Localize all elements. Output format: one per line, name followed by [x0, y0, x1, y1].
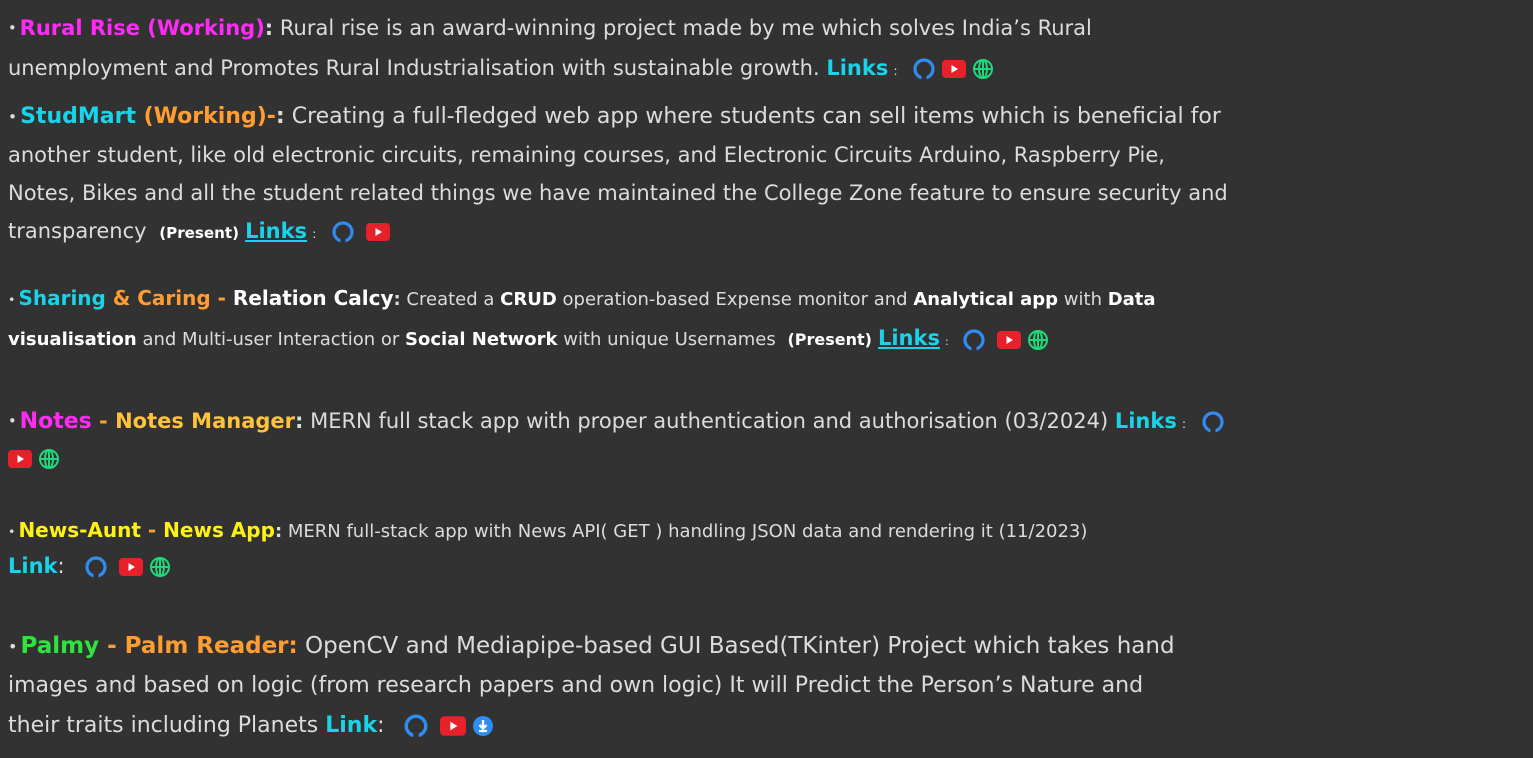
highlight-visualisation: visualisation [8, 329, 137, 350]
links-label[interactable]: Links [1115, 409, 1177, 433]
bullet: • [8, 413, 17, 430]
project-description: Creating a full-fledged web app where st… [284, 104, 1221, 129]
project-news-aunt: • News-Aunt - News App: MERN full-stack a… [8, 512, 1523, 584]
separator: : [264, 16, 274, 40]
bullet: • [8, 20, 17, 37]
links-colon: : [893, 63, 898, 78]
project-rural-rise: • Rural Rise (Working): Rural rise is an … [8, 8, 1523, 88]
project-description: OpenCV and Mediapipe-based GUI Based(TKi… [297, 633, 1175, 659]
dash: - [140, 518, 164, 542]
dash: - [99, 633, 125, 659]
project-title: Sharing [18, 286, 113, 310]
download-icon[interactable] [472, 715, 494, 737]
project-subtitle: News App [163, 518, 275, 542]
github-icon[interactable] [912, 57, 936, 81]
project-sharing-caring: • Sharing & Caring - Relation Calcy: Crea… [8, 278, 1523, 358]
project-description: with unique Usernames [557, 329, 782, 350]
highlight-crud: CRUD [500, 289, 557, 310]
youtube-icon[interactable] [366, 223, 390, 241]
project-description: their traits including Planets [8, 713, 326, 738]
project-description: MERN full stack app with proper authenti… [303, 409, 1115, 433]
project-description: transparency [8, 219, 154, 243]
project-studmart: • StudMart (Working)-: Creating a full-fl… [8, 98, 1523, 250]
github-icon[interactable] [1201, 410, 1225, 434]
bullet: • [8, 524, 16, 539]
project-title: Palmy [20, 633, 100, 659]
project-title: Rural Rise (Working) [19, 16, 265, 40]
github-icon[interactable] [84, 555, 108, 579]
project-subtitle: Notes Manager [115, 409, 295, 433]
project-description: operation-based Expense monitor and [556, 289, 914, 310]
project-subtitle: Relation Calcy [232, 286, 394, 310]
link-label[interactable]: Link [8, 554, 58, 578]
bullet: • [8, 292, 16, 307]
youtube-icon[interactable] [119, 558, 144, 576]
separator: : [393, 289, 401, 310]
highlight-data: Data [1107, 289, 1156, 310]
project-title: News-Aunt [18, 518, 141, 542]
project-title: Notes [19, 409, 92, 434]
youtube-icon[interactable] [439, 716, 466, 736]
youtube-icon[interactable] [942, 60, 967, 78]
links-colon: : [1181, 416, 1187, 431]
project-title-suffix: & Caring - [112, 286, 233, 310]
links-colon: : [944, 335, 949, 348]
youtube-icon[interactable] [8, 449, 32, 468]
project-subtitle: Palm Reader: [124, 633, 298, 659]
project-description: Created a [400, 289, 501, 310]
globe-icon[interactable] [1027, 329, 1049, 351]
bullet: • [8, 108, 18, 126]
links-label[interactable]: Links [826, 56, 888, 80]
links-label[interactable]: Links [878, 326, 940, 350]
links-colon: : [312, 226, 317, 241]
highlight-social: Social Network [405, 329, 558, 350]
present-label: (Present) [159, 224, 240, 242]
project-description: with [1058, 289, 1108, 310]
project-status: (Working)- [135, 104, 276, 129]
project-palmy: • Palmy - Palm Reader: OpenCV and Mediapi… [8, 626, 1523, 746]
separator: : [275, 104, 285, 129]
highlight-analytical: Analytical app [913, 289, 1059, 310]
bullet: • [8, 636, 18, 656]
present-label: (Present) [787, 330, 872, 349]
project-description: Rural rise is an award-winning project m… [273, 16, 1092, 40]
dash: - [91, 409, 116, 433]
globe-icon[interactable] [149, 556, 171, 578]
link-label[interactable]: Link [325, 713, 377, 738]
links-label[interactable]: Links [245, 219, 307, 243]
project-description: unemployment and Promotes Rural Industri… [8, 56, 827, 80]
github-icon[interactable] [331, 220, 355, 244]
link-colon: : [57, 554, 65, 578]
github-icon[interactable] [962, 328, 986, 352]
project-description: another student, like old electronic cir… [8, 143, 1165, 167]
youtube-icon[interactable] [997, 331, 1022, 349]
project-title: StudMart [20, 104, 136, 129]
github-icon[interactable] [403, 713, 429, 739]
project-description: and Multi-user Interaction or [136, 329, 406, 350]
globe-icon[interactable] [972, 58, 994, 80]
project-description: images and based on logic (from research… [8, 673, 1144, 698]
link-colon: : [377, 713, 385, 738]
project-description: MERN full-stack app with News API( GET )… [282, 521, 1088, 542]
globe-icon[interactable] [38, 448, 60, 470]
project-description: Notes, Bikes and all the student related… [8, 181, 1228, 205]
project-notes: • Notes - Notes Manager: MERN full stack … [8, 400, 1523, 474]
projects-section: • Rural Rise (Working): Rural rise is an … [0, 0, 1533, 758]
